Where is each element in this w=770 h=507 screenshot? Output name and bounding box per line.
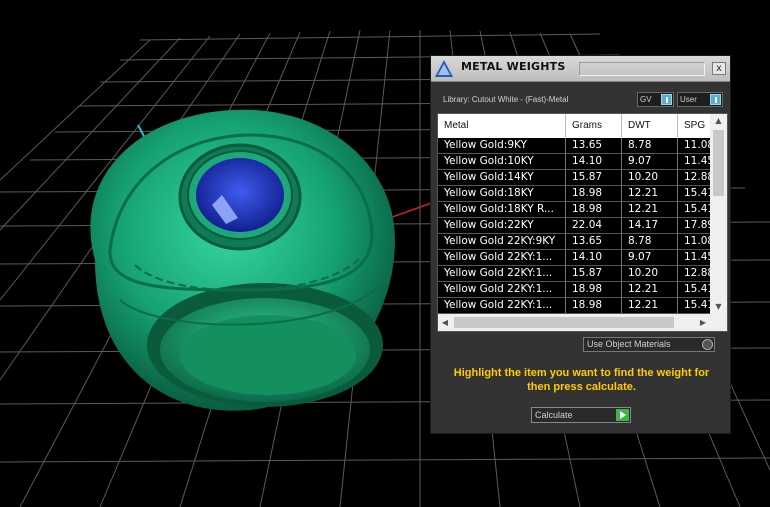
cell-spg: 11.08: [684, 139, 710, 151]
table-row[interactable]: Yellow Gold 22KY:1...14.109.07 11.45: [438, 250, 710, 266]
calculate-button[interactable]: Calculate: [531, 407, 631, 423]
cell-dwt: 12.21: [622, 282, 678, 297]
column-header-dwt[interactable]: DWT: [622, 114, 678, 138]
cell-grams: 18.98: [566, 186, 622, 201]
table-row[interactable]: Yellow Gold:18KY18.9812.21 15.41: [438, 186, 710, 202]
table-row[interactable]: Yellow Gold:10KY14.109.07 11.45: [438, 154, 710, 170]
table-row[interactable]: Yellow Gold:14KY15.8710.20 12.88: [438, 170, 710, 186]
cell-metal: Yellow Gold:9KY: [438, 138, 566, 153]
library-label: Library: Cutout White - (Fast)-Metal: [443, 95, 569, 104]
cell-spg: 12.88: [684, 267, 710, 279]
cell-dwt: 8.78: [622, 234, 678, 249]
cell-metal: Yellow Gold 22KY:9KY: [438, 234, 566, 249]
cell-dwt: 10.20: [622, 170, 678, 185]
cell-spg: 11.45: [684, 251, 710, 263]
cell-spg: 15.41: [684, 187, 710, 199]
horizontal-scroll-thumb[interactable]: [454, 317, 674, 328]
table-row[interactable]: Yellow Gold:9KY13.658.78 11.08: [438, 138, 710, 154]
cell-metal: Yellow Gold:18KY R...: [438, 202, 566, 217]
cell-dwt: 9.07: [622, 250, 678, 265]
horizontal-scrollbar[interactable]: ◀ ▶: [438, 314, 710, 331]
metal-table: Metal Grams DWT SPG Yellow Gold:9KY 13.65…: [437, 113, 728, 332]
radio-icon: [702, 339, 713, 350]
table-row[interactable]: Yellow Gold:18KY R...18.9812.21 15.41: [438, 202, 710, 218]
panel-titlebar[interactable]: METAL WEIGHTS x: [431, 56, 730, 82]
cell-metal: Yellow Gold 22KY:1...: [438, 282, 566, 297]
cell-dwt: 14.17: [622, 218, 678, 233]
cell-grams: 18.98: [566, 298, 622, 313]
cell-spg: 11.45: [684, 155, 710, 167]
gv-toggle[interactable]: GV: [637, 92, 674, 107]
cell-grams: 14.10: [566, 250, 622, 265]
scrollbar-corner: [710, 314, 727, 331]
cell-grams: 13.65: [566, 138, 622, 153]
close-button[interactable]: x: [712, 62, 726, 75]
cell-metal: Yellow Gold:18KY: [438, 186, 566, 201]
cell-dwt: 12.21: [622, 202, 678, 217]
metal-weights-panel: METAL WEIGHTS x Library: Cutout White - …: [430, 55, 731, 434]
vertical-scroll-thumb[interactable]: [713, 130, 724, 196]
instructions-text: Highlight the item you want to find the …: [453, 367, 710, 393]
scroll-right-icon[interactable]: ▶: [696, 314, 710, 331]
scroll-up-icon[interactable]: ▲: [710, 114, 727, 128]
table-row[interactable]: Yellow Gold:22KY22.0414.17 17.89: [438, 218, 710, 234]
vertical-scrollbar[interactable]: ▲ ▼: [710, 114, 727, 314]
use-object-materials-toggle[interactable]: Use Object Materials: [583, 337, 715, 352]
toggle-knob-icon: [710, 94, 721, 105]
cell-metal: Yellow Gold:10KY: [438, 154, 566, 169]
user-toggle[interactable]: User: [677, 92, 723, 107]
cell-dwt: 9.07: [622, 154, 678, 169]
toggle-knob-icon: [661, 94, 672, 105]
cell-grams: 22.04: [566, 218, 622, 233]
cell-spg: 17.89: [684, 219, 710, 231]
app-logo-icon: [435, 60, 453, 77]
cell-dwt: 12.21: [622, 186, 678, 201]
scroll-left-icon[interactable]: ◀: [438, 314, 452, 331]
play-icon: [616, 409, 629, 421]
column-header-metal[interactable]: Metal: [438, 114, 566, 138]
table-row[interactable]: Yellow Gold 22KY:1...18.9812.21 15.41: [438, 298, 710, 314]
cell-grams: 13.65: [566, 234, 622, 249]
cell-spg: 15.41: [684, 299, 710, 311]
cell-metal: Yellow Gold 22KY:1...: [438, 298, 566, 313]
cell-spg: 15.41: [684, 203, 710, 215]
table-body: Yellow Gold:9KY13.658.7811.08Yellow Gold…: [438, 138, 710, 314]
gv-toggle-label: GV: [640, 95, 652, 104]
scroll-down-icon[interactable]: ▼: [710, 300, 727, 314]
use-object-materials-label: Use Object Materials: [587, 339, 671, 349]
table-row[interactable]: Yellow Gold 22KY:9KY13.658.78 11.08: [438, 234, 710, 250]
cell-metal: Yellow Gold 22KY:1...: [438, 266, 566, 281]
column-header-grams[interactable]: Grams: [566, 114, 622, 138]
cell-metal: Yellow Gold:14KY: [438, 170, 566, 185]
ring-model[interactable]: [90, 109, 395, 411]
table-header: Metal Grams DWT SPG: [438, 114, 710, 138]
panel-title: METAL WEIGHTS: [461, 60, 566, 73]
cell-spg: 15.41: [684, 283, 710, 295]
titlebar-slot: [579, 62, 705, 76]
table-row[interactable]: Yellow Gold 22KY:1...18.9812.21 15.41: [438, 282, 710, 298]
cell-spg: 12.88: [684, 171, 710, 183]
cell-dwt: 12.21: [622, 298, 678, 313]
cell-dwt: 10.20: [622, 266, 678, 281]
cell-metal: Yellow Gold 22KY:1...: [438, 250, 566, 265]
cell-grams: 18.98: [566, 282, 622, 297]
cell-grams: 18.98: [566, 202, 622, 217]
cell-grams: 15.87: [566, 170, 622, 185]
calculate-label: Calculate: [535, 410, 573, 420]
cell-spg: 11.08: [684, 235, 710, 247]
cell-metal: Yellow Gold:22KY: [438, 218, 566, 233]
table-row[interactable]: Yellow Gold 22KY:1...15.8710.20 12.88: [438, 266, 710, 282]
user-toggle-label: User: [680, 95, 697, 104]
cell-grams: 15.87: [566, 266, 622, 281]
cell-dwt: 8.78: [622, 138, 678, 153]
cell-grams: 14.10: [566, 154, 622, 169]
